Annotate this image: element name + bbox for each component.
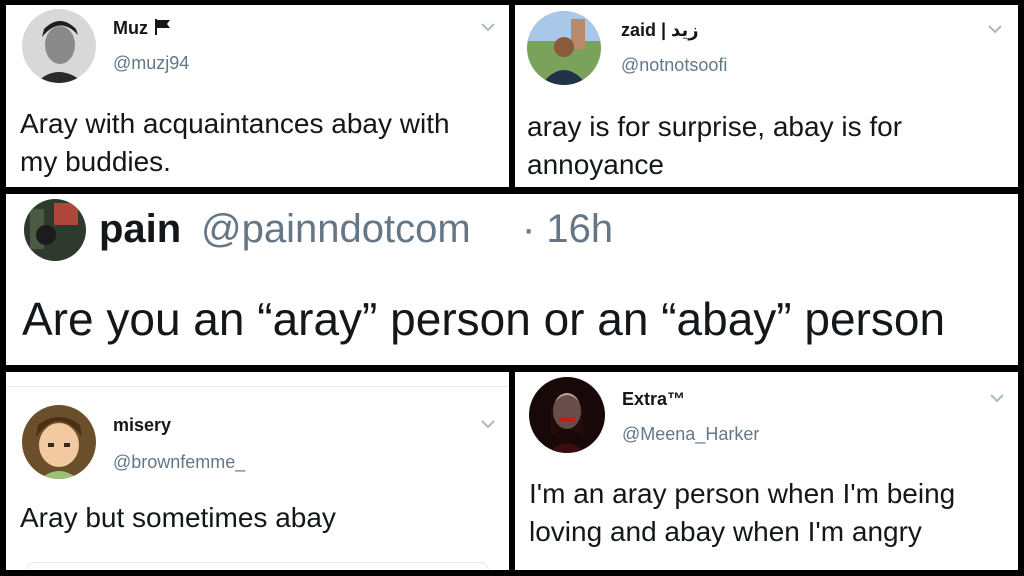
chevron-down-icon[interactable]: [989, 392, 1005, 404]
chevron-down-icon[interactable]: [480, 21, 496, 33]
tweet-muz[interactable]: Muz @muzj94 Aray with acquaintances abay…: [6, 5, 509, 187]
quoted-card[interactable]: [26, 562, 489, 570]
avatar[interactable]: [527, 11, 601, 85]
profile-photo: [24, 199, 86, 261]
display-name[interactable]: zaid | زید: [621, 20, 699, 41]
tweet-misery[interactable]: misery @brownfemme_ Aray but sometimes a…: [6, 372, 509, 570]
flag-icon: [154, 18, 172, 41]
avatar[interactable]: [24, 199, 86, 261]
divider: [6, 386, 509, 387]
profile-photo: [529, 377, 605, 453]
tweet-text: I'm an aray person when I'm being loving…: [529, 478, 956, 547]
profile-photo: [22, 405, 96, 479]
chevron-down-icon[interactable]: [480, 418, 496, 430]
timestamp[interactable]: · 16h: [522, 207, 613, 252]
display-name[interactable]: misery: [113, 415, 171, 436]
chevron-down-icon[interactable]: [987, 23, 1003, 35]
tweet-text: Aray but sometimes abay: [20, 502, 336, 533]
handle[interactable]: @painndotcom: [201, 207, 471, 252]
display-name[interactable]: Extra™: [622, 389, 685, 410]
avatar[interactable]: [529, 377, 605, 453]
handle[interactable]: @Meena_Harker: [622, 424, 759, 445]
avatar[interactable]: [22, 9, 96, 83]
tweet-extra[interactable]: Extra™ @Meena_Harker I'm an aray person …: [515, 372, 1018, 570]
tweet-text: aray is for surprise, abay is for annoya…: [527, 111, 903, 180]
handle[interactable]: @muzj94: [113, 53, 189, 74]
profile-photo: [527, 11, 601, 85]
display-name-text: Muz: [113, 18, 148, 38]
tweet-text: Are you an “aray” person or an “abay” pe…: [22, 293, 946, 345]
display-name[interactable]: pain: [99, 207, 181, 252]
handle[interactable]: @brownfemme_: [113, 452, 245, 473]
display-name[interactable]: Muz: [113, 18, 172, 41]
profile-photo: [22, 9, 96, 83]
tweet-text: Aray with acquaintances abay with my bud…: [20, 108, 450, 177]
handle[interactable]: @notnotsoofi: [621, 55, 727, 76]
tweet-zaid[interactable]: zaid | زید @notnotsoofi aray is for surp…: [515, 5, 1018, 187]
tweet-pain[interactable]: pain @painndotcom · 16h Are you an “aray…: [6, 194, 1018, 365]
avatar[interactable]: [22, 405, 96, 479]
